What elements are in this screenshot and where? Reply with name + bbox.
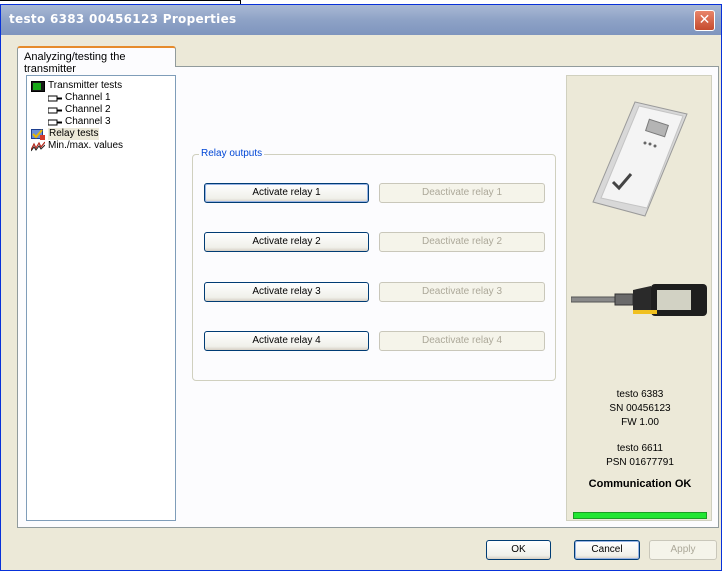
cancel-button[interactable]: Cancel xyxy=(574,540,640,560)
channel-icon xyxy=(48,107,62,113)
activate-relay-3-button[interactable]: Activate relay 3 xyxy=(204,282,369,302)
ok-button[interactable]: OK xyxy=(486,540,551,560)
probe-device-image xyxy=(571,284,707,316)
apply-button[interactable]: Apply xyxy=(649,540,717,560)
device-model: testo 6383 xyxy=(616,389,664,400)
tree-item-transmitter-tests[interactable]: Transmitter tests xyxy=(31,80,171,92)
channel-icon xyxy=(48,95,62,101)
tree-item-label: Min./max. values xyxy=(48,140,124,151)
tab-panel: Transmitter tests Channel 1 Channel 2 Ch… xyxy=(17,66,719,528)
activate-relay-2-button[interactable]: Activate relay 2 xyxy=(204,232,369,252)
properties-dialog: testo 6383 00456123 Properties ✕ Analyzi… xyxy=(0,4,722,571)
deactivate-relay-4-button[interactable]: Deactivate relay 4 xyxy=(379,331,545,351)
window-title: testo 6383 00456123 Properties xyxy=(9,12,237,26)
transmitter-device-image xyxy=(592,101,688,217)
tree-item-minmax-values[interactable]: Min./max. values xyxy=(31,140,171,152)
tree-item-label: Channel 1 xyxy=(65,92,111,103)
tree-item-channel-3[interactable]: Channel 3 xyxy=(31,116,171,128)
minmax-icon xyxy=(31,141,45,151)
close-button[interactable]: ✕ xyxy=(694,10,715,31)
activate-relay-1-button[interactable]: Activate relay 1 xyxy=(204,183,369,203)
tree-item-channel-2[interactable]: Channel 2 xyxy=(31,104,171,116)
device-firmware: FW 1.00 xyxy=(621,417,659,428)
deactivate-relay-2-button[interactable]: Deactivate relay 2 xyxy=(379,232,545,252)
probe-serial: PSN 01677791 xyxy=(606,457,674,468)
communication-status: Communication OK xyxy=(588,478,692,490)
tree-item-label: Channel 2 xyxy=(65,104,111,115)
test-tree[interactable]: Transmitter tests Channel 1 Channel 2 Ch… xyxy=(26,75,176,521)
close-icon: ✕ xyxy=(698,12,711,28)
tree-item-relay-tests[interactable]: Relay tests xyxy=(31,128,171,140)
channel-icon xyxy=(48,119,62,125)
top-rule xyxy=(0,0,240,1)
tree-item-label: Channel 3 xyxy=(65,116,111,127)
title-bar[interactable]: testo 6383 00456123 Properties ✕ xyxy=(1,5,721,35)
relay-outputs-group: Relay outputs Activate relay 1 Deactivat… xyxy=(192,148,556,381)
relay-icon xyxy=(31,128,45,140)
transmitter-icon xyxy=(31,80,45,92)
tree-item-label: Relay tests xyxy=(48,128,100,140)
device-info-panel: testo 6383 SN 00456123 FW 1.00 testo 661… xyxy=(566,75,712,521)
communication-status-bar xyxy=(573,512,707,519)
tree-item-channel-1[interactable]: Channel 1 xyxy=(31,92,171,104)
activate-relay-4-button[interactable]: Activate relay 4 xyxy=(204,331,369,351)
tree-item-label: Transmitter tests xyxy=(48,80,123,91)
deactivate-relay-1-button[interactable]: Deactivate relay 1 xyxy=(379,183,545,203)
deactivate-relay-3-button[interactable]: Deactivate relay 3 xyxy=(379,282,545,302)
device-serial: SN 00456123 xyxy=(609,403,671,414)
tab-analyzing-testing[interactable]: Analyzing/testing the transmitter xyxy=(17,46,176,75)
relay-outputs-title: Relay outputs xyxy=(199,148,265,159)
probe-model: testo 6611 xyxy=(617,443,663,454)
